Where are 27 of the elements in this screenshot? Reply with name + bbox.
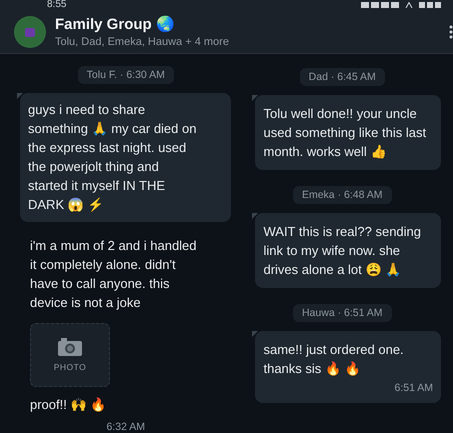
sender-timestamp: Emeka · 6:48 AM [292,186,392,204]
group-avatar-icon[interactable] [14,16,46,48]
bubble-tail-icon [252,331,258,337]
camera-icon [58,338,82,356]
message-text: Tolu well done!! your uncle used something like this last month. works well 👍 [263,105,428,161]
message-text: WAIT this is real?? sending link to my wife now. she drives alone a lot 😩 🙏 [263,223,422,279]
photo-label: PHOTO [54,362,86,372]
group-title: Family Group 🌏 [55,15,176,34]
message-time: 6:51 AM [394,382,433,394]
message-text: guys i need to share something 🙏 my car died on the express last night. used the powerjolt thing and started it myself IN THE DARK 😱 ⚡ [28,101,198,214]
bubble-tail-icon [17,93,23,99]
message-text: proof!! 🙌 🔥 [29,396,108,414]
bubble-tail-icon [252,213,258,219]
battery-icon [419,2,441,8]
bubble-tail-icon [252,95,258,101]
signal-icon [361,2,399,8]
menu-icon[interactable] [449,24,453,39]
photo-placeholder[interactable]: PHOTO [30,323,110,387]
sender-timestamp: Hauwa · 6:51 AM [292,304,392,322]
caret-icon [405,2,413,8]
member-list: Tolu, Dad, Emeka, Hauwa + 4 more [55,36,440,48]
message-text: i'm a mum of 2 and i handled it completely alone. didn't have to call anyone. this device is not a joke [29,237,198,312]
clock: 8:55 [47,0,66,10]
sender-timestamp: Dad · 6:45 AM [300,68,385,86]
message-time: 6:32 AM [106,421,145,433]
sender-timestamp: Tolu F. · 6:30 AM [78,66,174,84]
message-text: same!! just ordered one. thanks sis 🔥 🔥 [263,341,405,378]
